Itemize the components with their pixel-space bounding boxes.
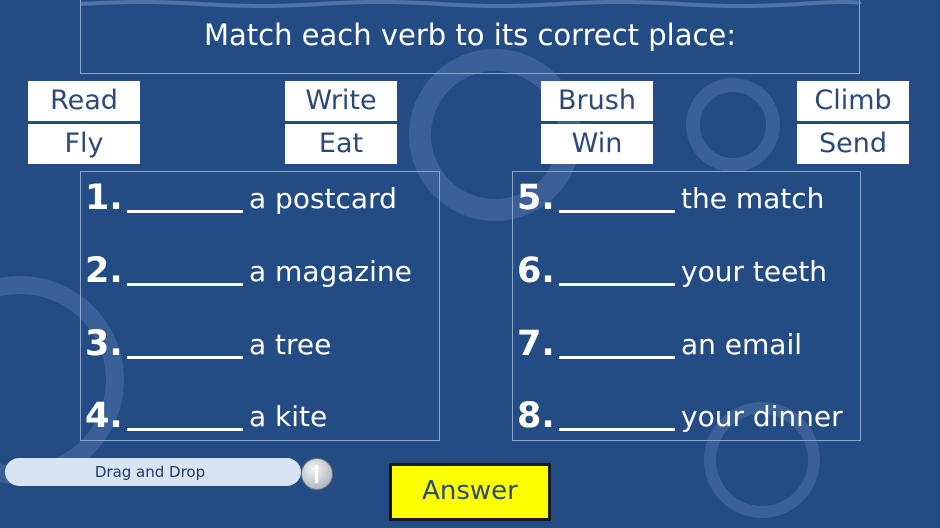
sentence-row: 2. a magazine — [85, 251, 412, 291]
verb-tile-eat[interactable]: Eat — [285, 124, 397, 164]
item-number: 2. — [85, 251, 123, 291]
item-phrase: a magazine — [249, 254, 412, 288]
item-number: 4. — [85, 396, 123, 436]
item-number: 1. — [85, 178, 123, 218]
sentence-row: 3. a tree — [85, 324, 331, 364]
drop-target-1[interactable] — [127, 183, 243, 213]
item-number: 8. — [517, 396, 555, 436]
left-sentence-panel: 1. a postcard 2. a magazine 3. a tree 4.… — [80, 171, 440, 441]
item-phrase: a kite — [249, 399, 328, 433]
verb-tile-send[interactable]: Send — [797, 124, 909, 164]
sentence-row: 6. your teeth — [517, 251, 827, 291]
sentence-row: 5. the match — [517, 178, 824, 218]
sentence-row: 1. a postcard — [85, 178, 397, 218]
verb-tile-fly[interactable]: Fly — [28, 124, 140, 164]
drop-target-8[interactable] — [559, 401, 675, 431]
verb-tile-write[interactable]: Write — [285, 81, 397, 121]
verb-tile-read[interactable]: Read — [28, 81, 140, 121]
item-phrase: your dinner — [681, 399, 843, 433]
item-phrase: a postcard — [249, 181, 397, 215]
verb-tile-win[interactable]: Win — [541, 124, 653, 164]
answer-button[interactable]: Answer — [389, 463, 551, 521]
item-number: 7. — [517, 324, 555, 364]
drop-target-5[interactable] — [559, 183, 675, 213]
item-phrase: an email — [681, 327, 803, 361]
instruction-box: Match each verb to its correct place: — [80, 0, 860, 74]
item-phrase: your teeth — [681, 254, 828, 288]
item-number: 5. — [517, 178, 555, 218]
right-sentence-panel: 5. the match 6. your teeth 7. an email 8… — [512, 171, 861, 441]
mode-toggle-knob-icon[interactable] — [301, 458, 333, 490]
mode-indicator-bar: Drag and Drop — [5, 458, 301, 486]
verb-tile-climb[interactable]: Climb — [797, 81, 909, 121]
drop-target-6[interactable] — [559, 256, 675, 286]
item-number: 6. — [517, 251, 555, 291]
item-phrase: a tree — [249, 327, 332, 361]
mode-label: Drag and Drop — [94, 463, 206, 481]
drop-target-2[interactable] — [127, 256, 243, 286]
sentence-row: 4. a kite — [85, 396, 327, 436]
drop-target-7[interactable] — [559, 329, 675, 359]
item-number: 3. — [85, 324, 123, 364]
sentence-row: 7. an email — [517, 324, 802, 364]
drop-target-3[interactable] — [127, 329, 243, 359]
sentence-row: 8. your dinner — [517, 396, 843, 436]
item-phrase: the match — [681, 181, 825, 215]
drop-target-4[interactable] — [127, 401, 243, 431]
verb-tile-brush[interactable]: Brush — [541, 81, 653, 121]
instruction-text: Match each verb to its correct place: — [203, 18, 737, 52]
